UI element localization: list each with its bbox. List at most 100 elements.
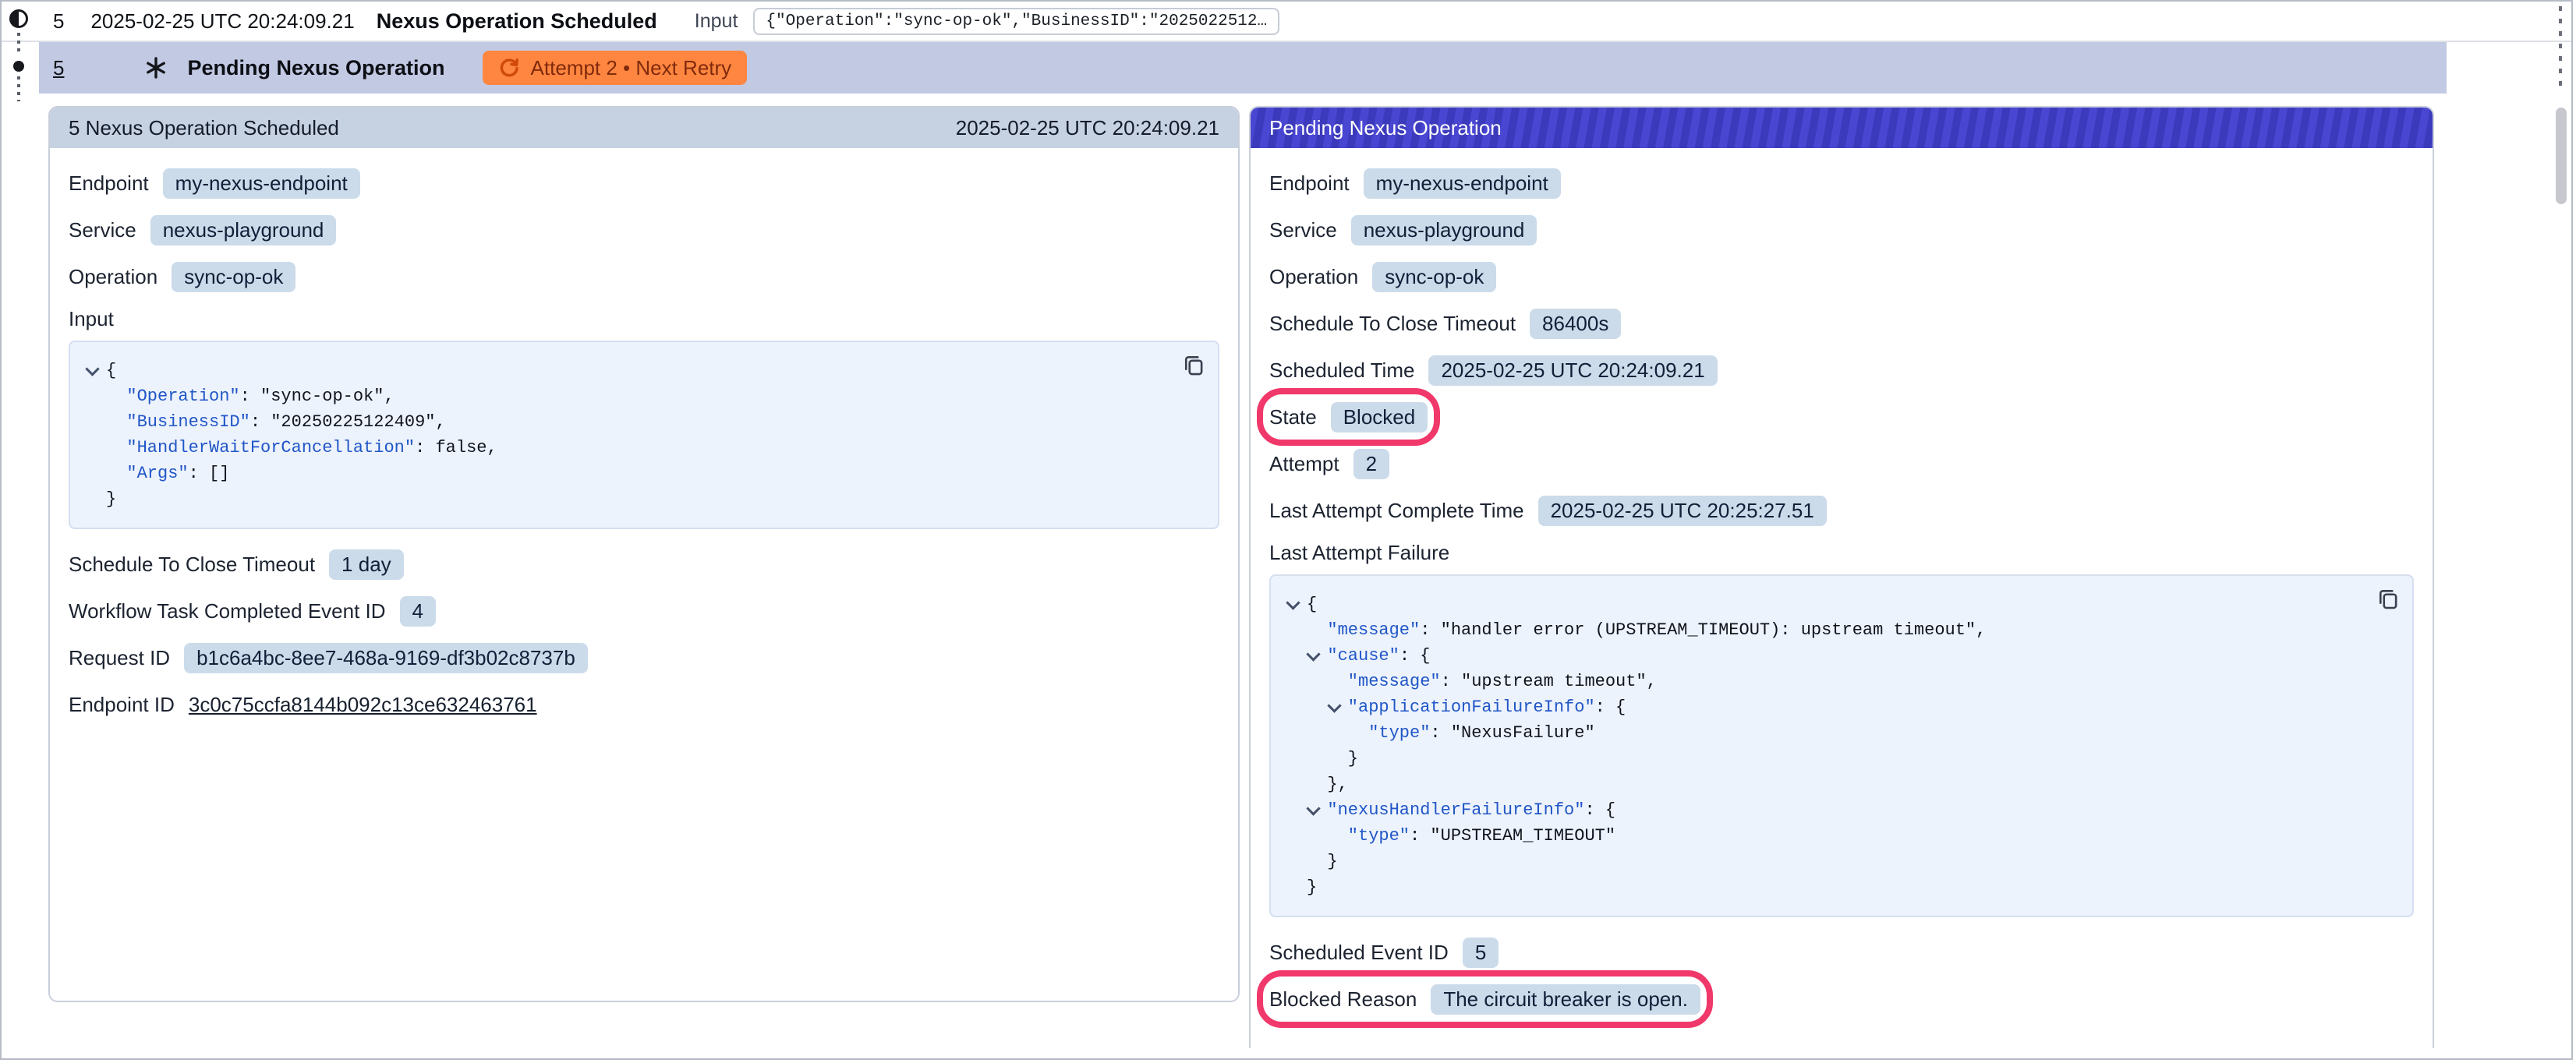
- event-detail-panels: 5 Nexus Operation Scheduled 2025-02-25 U…: [2, 94, 2571, 1048]
- endpoint-id-link[interactable]: 3c0c75ccfa8144b092c13ce632463761: [189, 693, 537, 717]
- field-row: Scheduled Time 2025-02-25 UTC 20:24:09.2…: [1269, 354, 1718, 387]
- collapse-chevron-icon[interactable]: [83, 358, 106, 383]
- scheduled-event-panel: 5 Nexus Operation Scheduled 2025-02-25 U…: [48, 106, 1240, 1002]
- collapse-chevron-icon[interactable]: [1304, 643, 1327, 669]
- code-line: "message": "upstream timeout",: [1283, 669, 2365, 694]
- scrollbar-thumb[interactable]: [2556, 108, 2567, 204]
- field-label: Operation: [1269, 265, 1358, 289]
- code-line: {: [1283, 592, 2365, 617]
- code-line: "type": "UPSTREAM_TIMEOUT": [1283, 823, 2365, 849]
- event-timeline-dot-icon[interactable]: [13, 61, 24, 72]
- pending-operation-row[interactable]: 5 Pending Nexus Operation Attempt 2 • Ne…: [39, 42, 2447, 94]
- chevron-spacer: [1345, 720, 1368, 746]
- field-label: Service: [69, 218, 136, 242]
- code-line: "BusinessID": "20250225122409",: [83, 409, 1171, 435]
- scheduled-event-panel-header: 5 Nexus Operation Scheduled 2025-02-25 U…: [50, 108, 1238, 148]
- chevron-spacer: [1304, 617, 1327, 643]
- field-value-chip: nexus-playground: [150, 215, 337, 245]
- field-label: Workflow Task Completed Event ID: [69, 599, 386, 623]
- field-row: Schedule To Close Timeout 1 day: [69, 548, 404, 581]
- field-value-chip: The circuit breaker is open.: [1431, 984, 1700, 1015]
- code-line: },: [1283, 772, 2365, 797]
- chevron-spacer: [103, 383, 126, 409]
- event-timestamp: 2025-02-25 UTC 20:24:09.21: [90, 9, 354, 34]
- code-line: }: [1283, 849, 2365, 874]
- field-label: Request ID: [69, 646, 170, 670]
- field-label: Last Attempt Complete Time: [1269, 499, 1524, 523]
- code-line: "nexusHandlerFailureInfo": {: [1283, 797, 2365, 823]
- field-label: Schedule To Close Timeout: [1269, 312, 1516, 336]
- field-label: Blocked Reason: [1269, 987, 1417, 1012]
- field-label: Endpoint: [69, 171, 149, 196]
- field-value-chip: b1c6a4bc-8ee7-468a-9169-df3b02c8737b: [184, 643, 588, 673]
- field-label: Scheduled Time: [1269, 358, 1414, 383]
- field-row: Endpoint my-nexus-endpoint: [69, 167, 360, 200]
- code-line: }: [1283, 874, 2365, 900]
- pending-operation-panel-header: Pending Nexus Operation: [1251, 108, 2433, 148]
- field-row: Service nexus-playground: [1269, 214, 1537, 246]
- field-list: Scheduled Event ID 5 Blocked Reason The …: [1269, 936, 2414, 1015]
- chevron-spacer: [1325, 823, 1348, 849]
- chevron-spacer: [103, 461, 126, 486]
- field-label: Operation: [69, 265, 157, 289]
- pending-asterisk-icon: [145, 57, 167, 79]
- code-line: "message": "handler error (UPSTREAM_TIME…: [1283, 617, 2365, 643]
- field-value-chip: my-nexus-endpoint: [163, 168, 360, 199]
- chevron-spacer: [1304, 849, 1327, 874]
- copy-icon[interactable]: [1182, 353, 1205, 376]
- chevron-spacer: [103, 435, 126, 461]
- chevron-spacer: [103, 409, 126, 435]
- field-value-chip: sync-op-ok: [1372, 262, 1496, 292]
- field-label: Attempt: [1269, 452, 1339, 476]
- field-row: Blocked Reason The circuit breaker is op…: [1269, 983, 1700, 1015]
- retry-badge: Attempt 2 • Next Retry: [483, 51, 748, 85]
- collapse-chevron-icon[interactable]: [1325, 694, 1348, 720]
- field-list: Endpoint my-nexus-endpoint Service nexus…: [69, 167, 1219, 293]
- field-list: Schedule To Close Timeout 1 day Workflow…: [69, 548, 1219, 674]
- code-line: "HandlerWaitForCancellation": false,: [83, 435, 1171, 461]
- chevron-spacer: [1304, 772, 1327, 797]
- panel-title: 5 Nexus Operation Scheduled: [69, 116, 339, 140]
- field-label: Service: [1269, 218, 1337, 242]
- field-row: Operation sync-op-ok: [1269, 260, 1496, 293]
- field-row: Last Attempt Complete Time 2025-02-25 UT…: [1269, 494, 1827, 527]
- code-line: "applicationFailureInfo": {: [1283, 694, 2365, 720]
- field-row: State Blocked: [1269, 401, 1428, 433]
- field-label: State: [1269, 405, 1317, 429]
- field-value-chip: 5: [1463, 938, 1499, 968]
- field-value-chip: 1 day: [329, 549, 404, 580]
- code-line: "Operation": "sync-op-ok",: [83, 383, 1171, 409]
- pending-operation-title: Pending Nexus Operation: [187, 56, 444, 80]
- event-title: Nexus Operation Scheduled: [377, 9, 657, 34]
- event-input-preview[interactable]: {"Operation":"sync-op-ok","BusinessID":"…: [753, 8, 1279, 35]
- panel-title: Pending Nexus Operation: [1269, 116, 1502, 140]
- field-label: Endpoint ID: [69, 693, 175, 717]
- field-value-chip: 86400s: [1530, 309, 1621, 339]
- timeline-connector: [17, 76, 20, 101]
- code-line: }: [83, 486, 1171, 512]
- scrollbar-dots: [2559, 6, 2562, 90]
- field-value-chip: my-nexus-endpoint: [1364, 168, 1561, 199]
- field-value-chip: Blocked: [1331, 402, 1428, 433]
- retry-badge-label: Attempt 2 • Next Retry: [531, 55, 732, 80]
- field-row: Workflow Task Completed Event ID 4: [69, 595, 436, 627]
- pending-event-id-link[interactable]: 5: [53, 56, 64, 80]
- failure-json-viewer: {"message": "handler error (UPSTREAM_TIM…: [1269, 574, 2414, 917]
- field-value-chip: 4: [400, 596, 436, 627]
- chevron-spacer: [1325, 746, 1348, 772]
- copy-icon[interactable]: [2376, 587, 2400, 610]
- chevron-spacer: [83, 486, 106, 512]
- field-label: Schedule To Close Timeout: [69, 553, 315, 577]
- input-label: Input: [695, 10, 738, 33]
- field-row: Scheduled Event ID 5: [1269, 936, 1499, 969]
- field-value-chip: 2025-02-25 UTC 20:25:27.51: [1538, 496, 1827, 526]
- collapse-chevron-icon[interactable]: [1283, 592, 1307, 617]
- collapse-chevron-icon[interactable]: [1304, 797, 1327, 823]
- field-value-chip: 2025-02-25 UTC 20:24:09.21: [1428, 355, 1717, 386]
- field-label: Endpoint: [1269, 171, 1350, 196]
- event-row-scheduled[interactable]: 5 2025-02-25 UTC 20:24:09.21 Nexus Opera…: [2, 2, 2571, 42]
- field-value-chip: 2: [1353, 449, 1389, 479]
- event-timeline-node-icon[interactable]: [9, 9, 28, 28]
- event-id[interactable]: 5: [53, 9, 64, 34]
- field-row: Request ID b1c6a4bc-8ee7-468a-9169-df3b0…: [69, 641, 588, 674]
